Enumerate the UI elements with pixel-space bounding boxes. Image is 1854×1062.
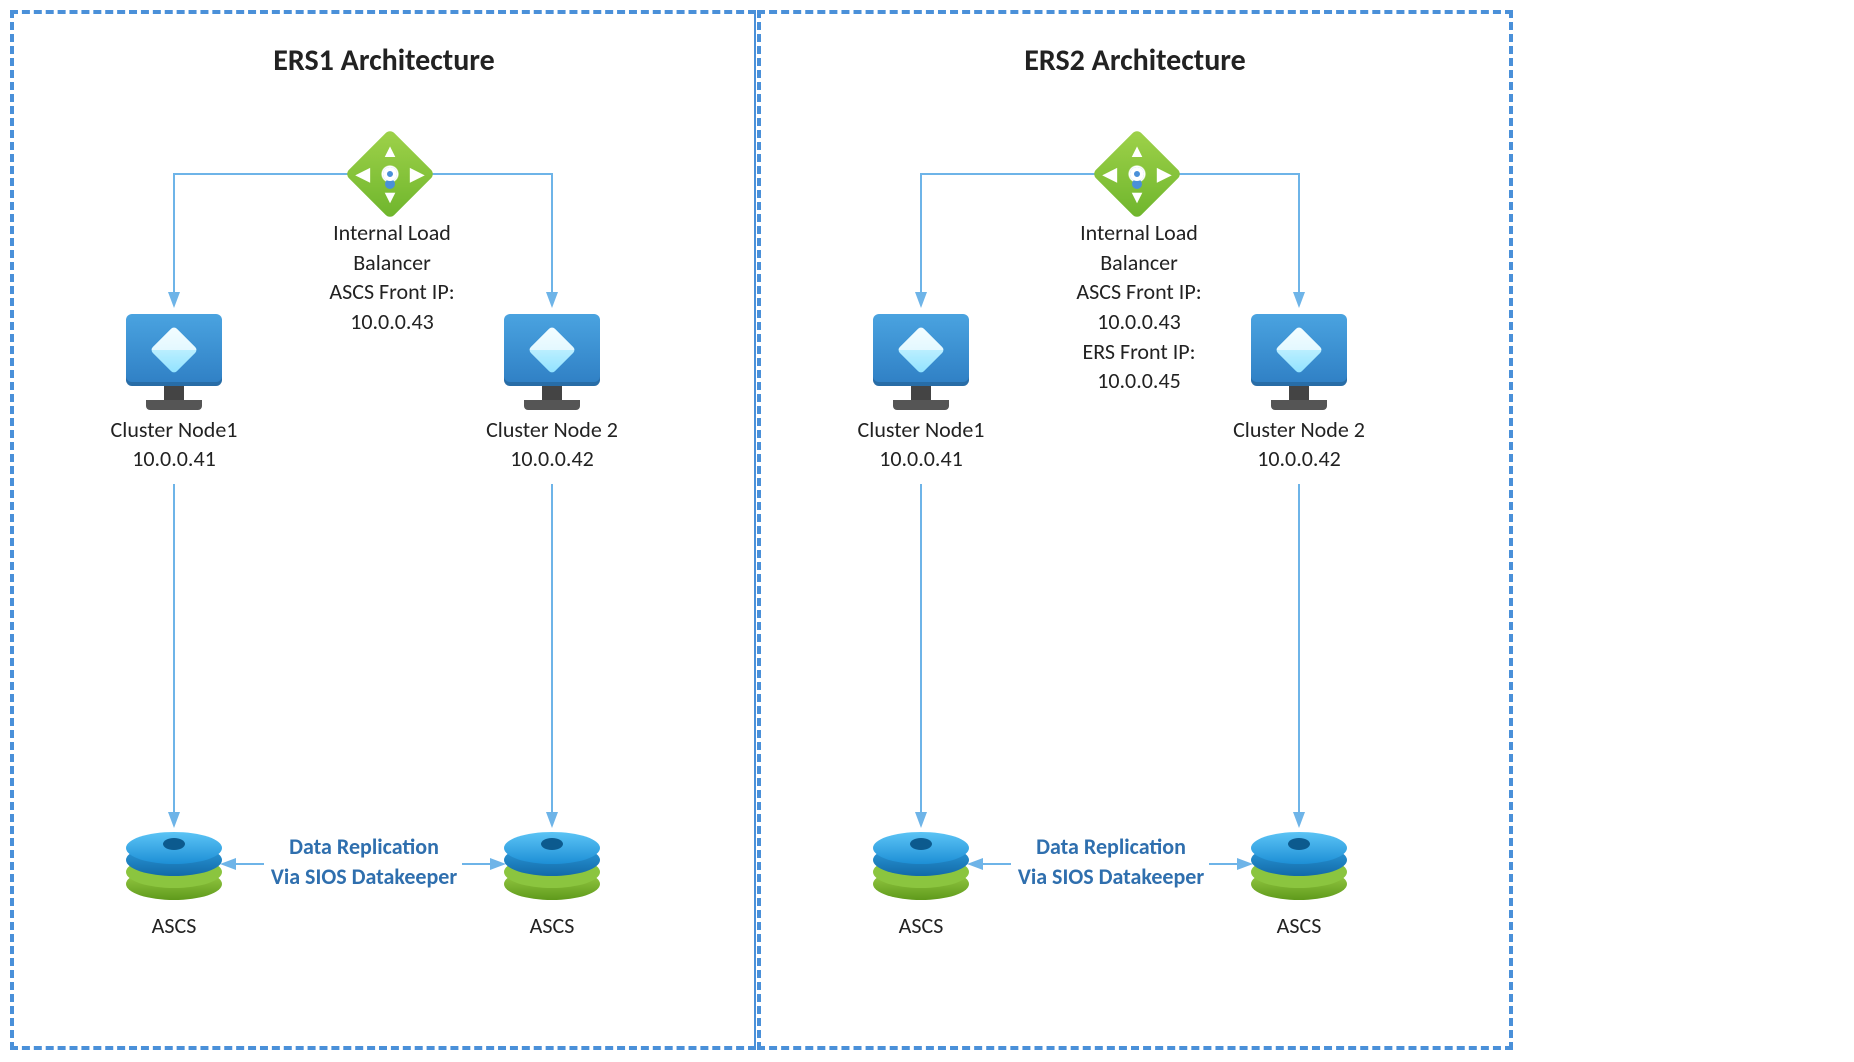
ascs-disk-2-icon [504,844,600,900]
lb-line: 10.0.0.43 [1019,307,1259,337]
ers2-panel: ERS2 Architecture ▲▼◀▶ Internal Load Bal… [757,10,1513,1050]
ers2-lb-label: Internal Load Balancer ASCS Front IP: 10… [1019,218,1259,396]
ers1-title: ERS1 Architecture [14,42,754,79]
node-ip: 10.0.0.41 [821,445,1021,474]
node-name: Cluster Node 2 [1199,416,1399,445]
ers1-replication-label: Data Replication Via SIOS Datakeeper [214,832,514,891]
ascs-disk-2-label: ASCS [1239,912,1359,939]
lb-line: Internal Load [1019,218,1259,248]
ascs-disk-1-icon [126,844,222,900]
load-balancer-icon: ▲▼◀▶ [345,129,436,220]
ascs-disk-1-label: ASCS [114,912,234,939]
lb-line: 10.0.0.43 [272,307,512,337]
cluster-node-2-icon [1251,314,1347,410]
ers2-title: ERS2 Architecture [761,42,1509,79]
ers2-replication-label: Data Replication Via SIOS Datakeeper [961,832,1261,891]
repl-line: Data Replication [214,832,514,862]
cluster-node-2-label: Cluster Node 2 10.0.0.42 [452,416,652,473]
ascs-disk-1-icon [873,844,969,900]
lb-line: 10.0.0.45 [1019,366,1259,396]
repl-line: Via SIOS Datakeeper [961,862,1261,892]
ascs-disk-2-icon [1251,844,1347,900]
repl-line: Data Replication [961,832,1261,862]
ascs-disk-2-label: ASCS [492,912,612,939]
node-name: Cluster Node 2 [452,416,652,445]
cluster-node-1-icon [126,314,222,410]
load-balancer-icon: ▲▼◀▶ [1092,129,1183,220]
cluster-node-1-icon [873,314,969,410]
cluster-node-2-label: Cluster Node 2 10.0.0.42 [1199,416,1399,473]
lb-line: Balancer [1019,248,1259,278]
node-ip: 10.0.0.42 [1199,445,1399,474]
node-name: Cluster Node1 [74,416,274,445]
cluster-node-1-label: Cluster Node1 10.0.0.41 [821,416,1021,473]
lb-line: Balancer [272,248,512,278]
lb-line: Internal Load [272,218,512,248]
lb-line: ASCS Front IP: [1019,277,1259,307]
repl-line: Via SIOS Datakeeper [214,862,514,892]
cluster-node-2-icon [504,314,600,410]
node-name: Cluster Node1 [821,416,1021,445]
node-ip: 10.0.0.41 [74,445,274,474]
node-ip: 10.0.0.42 [452,445,652,474]
cluster-node-1-label: Cluster Node1 10.0.0.41 [74,416,274,473]
ers1-panel: ERS1 Architecture ▲▼◀▶ Internal Load Bal… [10,10,756,1050]
ers1-lb-label: Internal Load Balancer ASCS Front IP: 10… [272,218,512,337]
lb-line: ERS Front IP: [1019,337,1259,367]
lb-line: ASCS Front IP: [272,277,512,307]
ascs-disk-1-label: ASCS [861,912,981,939]
